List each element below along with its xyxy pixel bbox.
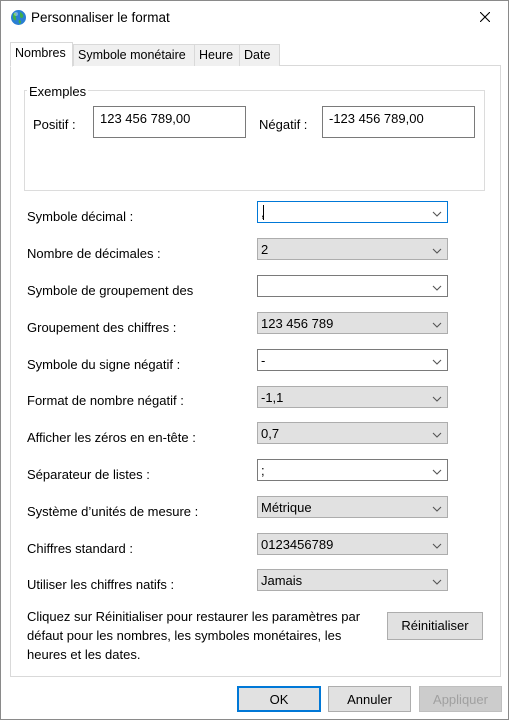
tab-heure[interactable]: Heure bbox=[194, 44, 240, 66]
grouping-symbol-label: Symbole de groupement des bbox=[27, 283, 194, 298]
digit-grouping-label: Groupement des chiffres : bbox=[27, 320, 177, 335]
title-bar[interactable]: Personnaliser le format bbox=[1, 1, 508, 35]
standard-digits-label: Chiffres standard : bbox=[27, 541, 133, 556]
list-separator-value: ; bbox=[261, 463, 265, 478]
chevron-down-icon bbox=[432, 281, 442, 291]
examples-group-label: Exemples bbox=[27, 84, 89, 99]
leading-zeros-label: Afficher les zéros en en-tête : bbox=[27, 430, 196, 445]
leading-zeros-combo[interactable]: 0,7 bbox=[257, 422, 448, 444]
chevron-down-icon bbox=[432, 244, 442, 254]
digit-grouping-value: 123 456 789 bbox=[261, 316, 334, 331]
window-title: Personnaliser le format bbox=[31, 10, 170, 25]
apply-button[interactable]: Appliquer bbox=[419, 686, 502, 712]
list-separator-label: Séparateur de listes : bbox=[27, 467, 150, 482]
decimal-symbol-combo[interactable]: , bbox=[257, 201, 448, 223]
chevron-down-icon bbox=[432, 355, 442, 365]
chevron-down-icon bbox=[432, 207, 442, 217]
tab-nombres[interactable]: Nombres bbox=[10, 42, 73, 67]
chevron-down-icon bbox=[432, 318, 442, 328]
decimal-count-combo[interactable]: 2 bbox=[257, 238, 448, 260]
text-caret bbox=[263, 205, 264, 220]
chevron-down-icon bbox=[432, 428, 442, 438]
chevron-down-icon bbox=[432, 539, 442, 549]
close-button[interactable] bbox=[462, 1, 508, 33]
chevron-down-icon bbox=[432, 575, 442, 585]
standard-digits-combo[interactable]: 0123456789 bbox=[257, 533, 448, 555]
globe-icon bbox=[10, 9, 27, 26]
ok-button[interactable]: OK bbox=[237, 686, 321, 712]
dialog-window: Personnaliser le format Nombres Symbole … bbox=[0, 0, 509, 720]
grouping-symbol-combo[interactable] bbox=[257, 275, 448, 297]
native-digits-value: Jamais bbox=[261, 573, 303, 588]
negative-sign-label: Symbole du signe négatif : bbox=[27, 357, 181, 372]
decimal-count-label: Nombre de décimales : bbox=[27, 246, 161, 261]
cancel-button[interactable]: Annuler bbox=[328, 686, 411, 712]
measurement-system-combo[interactable]: Métrique bbox=[257, 496, 448, 518]
positive-example-box: 123 456 789,00 bbox=[93, 106, 246, 138]
measurement-system-value: Métrique bbox=[261, 500, 312, 515]
standard-digits-value: 0123456789 bbox=[261, 537, 334, 552]
native-digits-combo[interactable]: Jamais bbox=[257, 569, 448, 591]
negative-example-box: -123 456 789,00 bbox=[322, 106, 475, 138]
positive-label: Positif : bbox=[33, 117, 76, 132]
native-digits-label: Utiliser les chiffres natifs : bbox=[27, 577, 175, 592]
chevron-down-icon bbox=[432, 502, 442, 512]
reset-info-text: Cliquez sur Réinitialiser pour restaurer… bbox=[27, 609, 361, 662]
negative-sign-value: - bbox=[261, 353, 266, 368]
grouping-symbol-value bbox=[261, 279, 265, 294]
reset-button[interactable]: Réinitialiser bbox=[387, 612, 483, 640]
decimal-symbol-label: Symbole décimal : bbox=[27, 209, 134, 224]
measurement-system-label: Système d’unités de mesure : bbox=[27, 504, 199, 519]
chevron-down-icon bbox=[432, 465, 442, 475]
digit-grouping-combo[interactable]: 123 456 789 bbox=[257, 312, 448, 334]
negative-sign-combo[interactable]: - bbox=[257, 349, 448, 371]
leading-zeros-value: 0,7 bbox=[261, 426, 280, 441]
decimal-count-value: 2 bbox=[261, 242, 269, 257]
negative-format-value: -1,1 bbox=[261, 390, 284, 405]
negative-format-combo[interactable]: -1,1 bbox=[257, 386, 448, 408]
list-separator-combo[interactable]: ; bbox=[257, 459, 448, 481]
negative-label: Négatif : bbox=[259, 117, 308, 132]
chevron-down-icon bbox=[432, 392, 442, 402]
tab-date[interactable]: Date bbox=[239, 44, 280, 66]
tab-symbole-monetaire[interactable]: Symbole monétaire bbox=[73, 44, 195, 66]
negative-format-label: Format de nombre négatif : bbox=[27, 393, 184, 408]
close-icon bbox=[479, 10, 491, 25]
